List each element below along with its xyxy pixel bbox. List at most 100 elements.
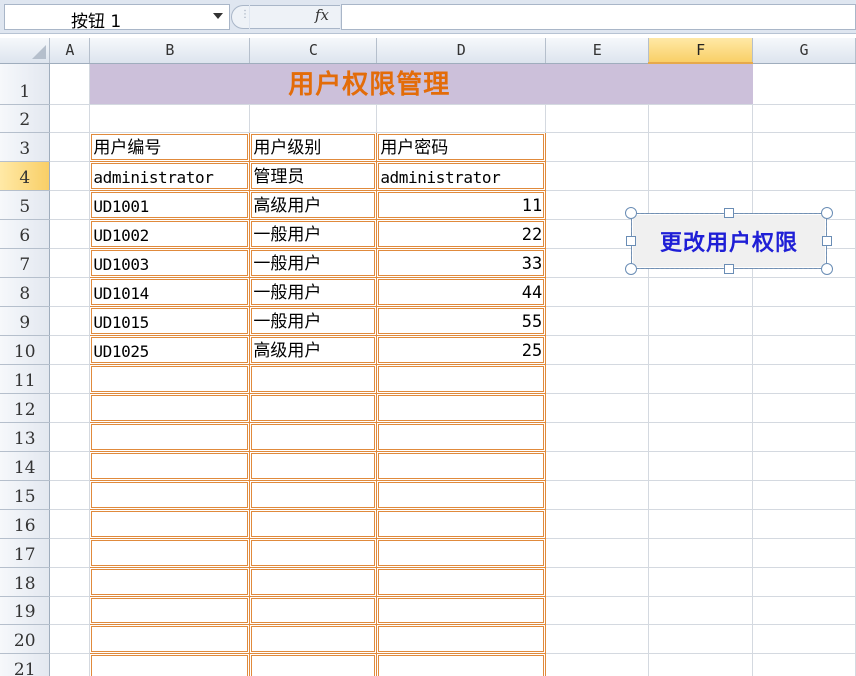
table-cell[interactable] xyxy=(49,596,91,626)
table-cell[interactable] xyxy=(648,393,754,424)
user-level-cell[interactable]: 一般用户 xyxy=(249,219,378,250)
table-cell[interactable] xyxy=(49,335,91,366)
table-cell[interactable] xyxy=(49,306,91,337)
row-header-16[interactable]: 16 xyxy=(0,509,51,539)
row-header-9[interactable]: 9 xyxy=(0,306,51,337)
table-cell[interactable] xyxy=(89,393,251,424)
table-cell[interactable] xyxy=(376,653,547,676)
user-password-cell[interactable]: 22 xyxy=(376,219,547,250)
chevron-down-icon[interactable] xyxy=(213,13,223,19)
table-cell[interactable] xyxy=(49,538,91,568)
table-cell[interactable] xyxy=(49,104,91,134)
table-cell[interactable] xyxy=(752,624,856,655)
column-header-e[interactable]: E xyxy=(545,38,650,64)
table-cell[interactable] xyxy=(49,219,91,250)
user-level-cell[interactable]: 一般用户 xyxy=(249,306,378,337)
table-cell[interactable] xyxy=(376,364,547,395)
row-header-3[interactable]: 3 xyxy=(0,132,51,163)
row-header-20[interactable]: 20 xyxy=(0,624,51,655)
resize-handle-left[interactable] xyxy=(626,236,636,246)
column-header-b[interactable]: B xyxy=(89,38,251,64)
table-cell[interactable] xyxy=(49,480,91,510)
resize-handle-top-left[interactable] xyxy=(625,207,637,219)
table-cell[interactable] xyxy=(89,508,251,539)
table-cell[interactable] xyxy=(89,479,251,510)
user-password-cell[interactable]: 44 xyxy=(376,277,547,308)
user-id-cell[interactable]: UD1001 xyxy=(89,190,251,221)
user-id-cell[interactable]: UD1002 xyxy=(89,219,251,250)
table-cell[interactable] xyxy=(545,306,650,337)
table-cell[interactable] xyxy=(545,538,650,568)
column-header-f[interactable]: F xyxy=(648,38,754,64)
table-cell[interactable] xyxy=(376,422,547,453)
table-cell[interactable] xyxy=(545,653,650,676)
table-cell[interactable] xyxy=(249,595,378,626)
table-cell[interactable] xyxy=(249,393,378,424)
table-cell[interactable] xyxy=(49,653,91,676)
table-cell[interactable] xyxy=(648,567,754,597)
user-password-cell[interactable]: administrator xyxy=(376,161,547,192)
table-cell[interactable] xyxy=(249,624,378,655)
row-header-1[interactable]: 1 xyxy=(0,63,51,105)
table-cell[interactable] xyxy=(648,132,754,163)
table-cell[interactable] xyxy=(648,538,754,568)
table-cell[interactable] xyxy=(648,653,754,676)
user-id-cell[interactable]: administrator xyxy=(89,161,251,192)
row-header-13[interactable]: 13 xyxy=(0,422,51,453)
table-cell[interactable] xyxy=(545,624,650,655)
table-cell[interactable] xyxy=(89,104,251,134)
user-id-cell[interactable]: UD1003 xyxy=(89,248,251,279)
row-header-10[interactable]: 10 xyxy=(0,335,51,366)
table-cell[interactable] xyxy=(376,451,547,481)
table-cell[interactable] xyxy=(545,277,650,308)
table-cell[interactable] xyxy=(648,104,754,134)
row-header-6[interactable]: 6 xyxy=(0,219,51,250)
table-cell[interactable] xyxy=(752,480,856,510)
table-cell[interactable] xyxy=(545,364,650,395)
table-cell[interactable] xyxy=(752,335,856,366)
table-cell[interactable] xyxy=(249,479,378,510)
user-id-cell[interactable]: UD1014 xyxy=(89,277,251,308)
table-cell[interactable] xyxy=(545,480,650,510)
table-cell[interactable] xyxy=(545,567,650,597)
table-cell[interactable] xyxy=(545,104,650,134)
row-header-19[interactable]: 19 xyxy=(0,596,51,626)
header-user-level[interactable]: 用户级别 xyxy=(249,132,378,163)
formula-input[interactable] xyxy=(341,4,856,30)
name-box[interactable]: 按钮 1 xyxy=(4,4,230,32)
table-cell[interactable] xyxy=(89,595,251,626)
user-id-cell[interactable]: UD1025 xyxy=(89,335,251,366)
resize-handle-bottom[interactable] xyxy=(724,264,734,274)
change-permissions-button[interactable]: 更改用户权限 xyxy=(631,213,827,269)
resize-handle-top[interactable] xyxy=(724,208,734,218)
table-cell[interactable] xyxy=(648,596,754,626)
table-cell[interactable] xyxy=(249,653,378,676)
table-cell[interactable] xyxy=(49,161,91,192)
table-cell[interactable] xyxy=(648,480,754,510)
cell-f1[interactable] xyxy=(648,63,754,105)
cell-g1[interactable] xyxy=(752,63,856,105)
function-icon[interactable]: fx xyxy=(315,6,329,24)
table-cell[interactable] xyxy=(49,393,91,424)
table-cell[interactable] xyxy=(752,277,856,308)
user-level-cell[interactable]: 高级用户 xyxy=(249,190,378,221)
user-level-cell[interactable]: 一般用户 xyxy=(249,277,378,308)
row-header-8[interactable]: 8 xyxy=(0,277,51,308)
user-password-cell[interactable]: 11 xyxy=(376,190,547,221)
table-cell[interactable] xyxy=(249,422,378,453)
column-header-d[interactable]: D xyxy=(376,38,547,64)
table-cell[interactable] xyxy=(376,624,547,655)
table-cell[interactable] xyxy=(376,393,547,424)
row-header-21[interactable]: 21 xyxy=(0,653,51,676)
row-header-18[interactable]: 18 xyxy=(0,567,51,597)
column-header-g[interactable]: G xyxy=(752,38,856,64)
row-header-7[interactable]: 7 xyxy=(0,248,51,279)
user-level-cell[interactable]: 管理员 xyxy=(249,161,378,192)
table-cell[interactable] xyxy=(545,596,650,626)
cell-a1[interactable] xyxy=(49,63,91,105)
select-all-corner[interactable] xyxy=(0,38,51,64)
table-cell[interactable] xyxy=(249,566,378,597)
table-cell[interactable] xyxy=(545,393,650,424)
row-header-5[interactable]: 5 xyxy=(0,190,51,221)
table-cell[interactable] xyxy=(49,624,91,655)
